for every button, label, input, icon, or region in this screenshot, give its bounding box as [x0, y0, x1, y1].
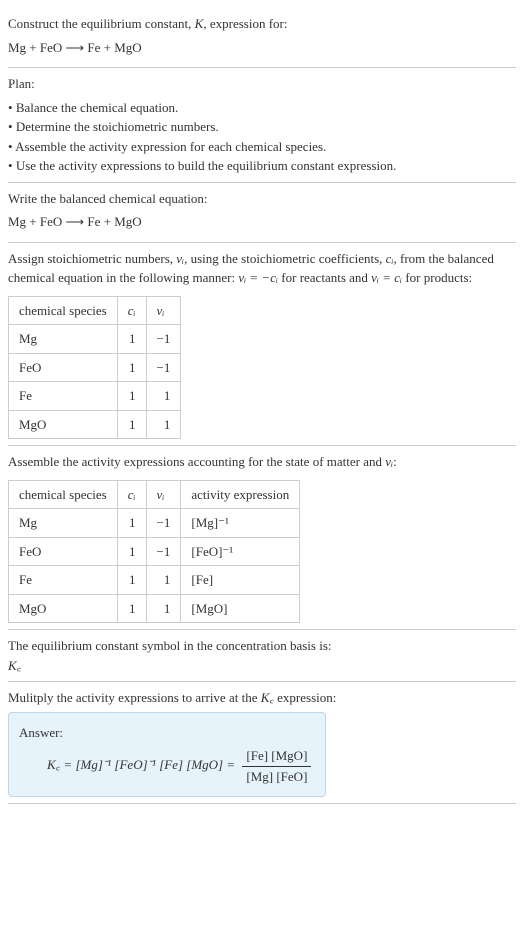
table-cell: FeO: [9, 353, 118, 382]
table-cell: 1: [117, 353, 146, 382]
stoich-text1: Assign stoichiometric numbers,: [8, 251, 176, 266]
plan-item: Determine the stoichiometric numbers.: [8, 117, 516, 137]
fraction-denominator: [Mg] [FeO]: [242, 767, 311, 787]
answer-label: Answer:: [19, 723, 315, 743]
table-header: νᵢ: [146, 480, 181, 509]
plan-list: Balance the chemical equation. Determine…: [8, 98, 516, 176]
table-row: Mg 1 −1: [9, 325, 181, 354]
symbol-text: The equilibrium constant symbol in the c…: [8, 636, 516, 656]
answer-box: Answer: K꜀ = [Mg]⁻¹ [FeO]⁻¹ [Fe] [MgO] =…: [8, 712, 326, 798]
table-cell: 1: [117, 509, 146, 538]
stoich-c: cᵢ: [386, 251, 394, 266]
activity-text2: :: [393, 454, 397, 469]
fraction-numerator: [Fe] [MgO]: [242, 746, 311, 767]
symbol-section: The equilibrium constant symbol in the c…: [8, 630, 516, 682]
answer-fraction: [Fe] [MgO] [Mg] [FeO]: [242, 746, 311, 786]
activity-nu: νᵢ: [385, 454, 393, 469]
table-cell: −1: [146, 509, 181, 538]
table-header: chemical species: [9, 480, 118, 509]
table-row: MgO 1 1 [MgO]: [9, 594, 300, 623]
table-row: MgO 1 1: [9, 410, 181, 439]
table-cell: 1: [146, 566, 181, 595]
activity-section: Assemble the activity expressions accoun…: [8, 446, 516, 630]
intro-equation: Mg + FeO ⟶ Fe + MgO: [8, 38, 516, 58]
table-row: Mg 1 −1 [Mg]⁻¹: [9, 509, 300, 538]
table-cell: MgO: [9, 594, 118, 623]
symbol-kc: K꜀: [8, 656, 516, 676]
stoich-text4: for reactants and: [278, 270, 371, 285]
table-cell: MgO: [9, 410, 118, 439]
plan-title: Plan:: [8, 74, 516, 94]
table-cell: [MgO]: [181, 594, 300, 623]
table-header: cᵢ: [117, 296, 146, 325]
table-cell: [Mg]⁻¹: [181, 509, 300, 538]
balanced-equation: Mg + FeO ⟶ Fe + MgO: [8, 212, 516, 232]
table-cell: 1: [117, 382, 146, 411]
stoich-section: Assign stoichiometric numbers, νᵢ, using…: [8, 243, 516, 447]
table-cell: [Fe]: [181, 566, 300, 595]
answer-content: K꜀ = [Mg]⁻¹ [FeO]⁻¹ [Fe] [MgO] = [Fe] [M…: [19, 746, 315, 786]
multiply-kc: K꜀: [261, 690, 274, 705]
table-cell: Fe: [9, 566, 118, 595]
stoich-text5: for products:: [402, 270, 472, 285]
activity-table: chemical species cᵢ νᵢ activity expressi…: [8, 480, 300, 624]
table-cell: FeO: [9, 537, 118, 566]
activity-text: Assemble the activity expressions accoun…: [8, 452, 516, 472]
table-cell: Mg: [9, 325, 118, 354]
multiply-text1: Mulitply the activity expressions to arr…: [8, 690, 261, 705]
table-row: Fe 1 1 [Fe]: [9, 566, 300, 595]
plan-item: Use the activity expressions to build th…: [8, 156, 516, 176]
table-header: activity expression: [181, 480, 300, 509]
table-cell: 1: [146, 382, 181, 411]
stoich-eq2: νᵢ = cᵢ: [371, 270, 402, 285]
table-cell: 1: [117, 325, 146, 354]
table-cell: 1: [117, 594, 146, 623]
stoich-text: Assign stoichiometric numbers, νᵢ, using…: [8, 249, 516, 288]
balanced-section: Write the balanced chemical equation: Mg…: [8, 183, 516, 243]
intro-text: Construct the equilibrium constant, K, e…: [8, 14, 516, 34]
intro-line2: , expression for:: [203, 16, 287, 31]
plan-item: Assemble the activity expression for eac…: [8, 137, 516, 157]
table-row: FeO 1 −1: [9, 353, 181, 382]
stoich-eq1: νᵢ = −cᵢ: [238, 270, 278, 285]
table-cell: 1: [146, 594, 181, 623]
answer-lhs: K꜀ = [Mg]⁻¹ [FeO]⁻¹ [Fe] [MgO] =: [47, 757, 238, 772]
multiply-section: Mulitply the activity expressions to arr…: [8, 682, 516, 804]
plan-section: Plan: Balance the chemical equation. Det…: [8, 68, 516, 183]
stoich-table: chemical species cᵢ νᵢ Mg 1 −1 FeO 1 −1 …: [8, 296, 181, 440]
intro-line1: Construct the equilibrium constant,: [8, 16, 195, 31]
table-header: chemical species: [9, 296, 118, 325]
table-header-row: chemical species cᵢ νᵢ: [9, 296, 181, 325]
plan-item: Balance the chemical equation.: [8, 98, 516, 118]
table-cell: 1: [117, 410, 146, 439]
balanced-title: Write the balanced chemical equation:: [8, 189, 516, 209]
table-cell: −1: [146, 537, 181, 566]
stoich-text2: , using the stoichiometric coefficients,: [184, 251, 386, 266]
table-cell: 1: [146, 410, 181, 439]
table-cell: −1: [146, 353, 181, 382]
table-header: νᵢ: [146, 296, 181, 325]
table-cell: 1: [117, 537, 146, 566]
table-header: cᵢ: [117, 480, 146, 509]
table-cell: Fe: [9, 382, 118, 411]
multiply-text2: expression:: [274, 690, 336, 705]
table-header-row: chemical species cᵢ νᵢ activity expressi…: [9, 480, 300, 509]
table-cell: −1: [146, 325, 181, 354]
stoich-nu: νᵢ: [176, 251, 184, 266]
table-row: FeO 1 −1 [FeO]⁻¹: [9, 537, 300, 566]
multiply-text: Mulitply the activity expressions to arr…: [8, 688, 516, 708]
table-row: Fe 1 1: [9, 382, 181, 411]
table-cell: 1: [117, 566, 146, 595]
table-cell: [FeO]⁻¹: [181, 537, 300, 566]
activity-text1: Assemble the activity expressions accoun…: [8, 454, 385, 469]
intro-section: Construct the equilibrium constant, K, e…: [8, 8, 516, 68]
table-cell: Mg: [9, 509, 118, 538]
